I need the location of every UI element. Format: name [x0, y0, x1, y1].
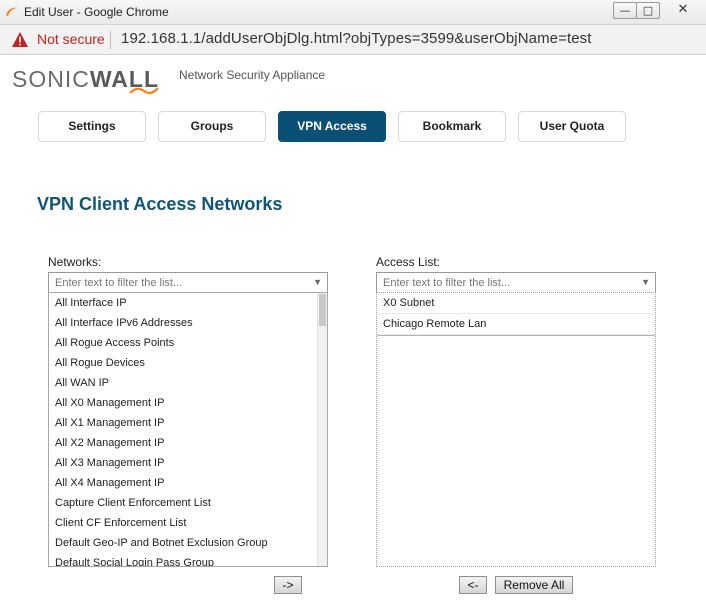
sonicwall-logo: SONICWALL [12, 66, 159, 95]
tab-settings[interactable]: Settings [38, 111, 146, 142]
list-item[interactable]: All X0 Management IP [49, 393, 327, 413]
dropdown-arrow-icon[interactable]: ▼ [641, 277, 650, 287]
tab-user-quota[interactable]: User Quota [518, 111, 626, 142]
access-list-filter-input[interactable]: Enter text to filter the list... ▼ [376, 272, 656, 294]
remove-from-access-list-button[interactable]: <- [459, 576, 487, 594]
scrollbar-thumb[interactable] [319, 294, 326, 326]
access-listbox[interactable]: X0 Subnet Chicago Remote Lan [376, 292, 656, 567]
tab-vpn-access[interactable]: VPN Access [278, 111, 386, 142]
not-secure-label[interactable]: Not secure [37, 31, 105, 47]
warning-icon [12, 32, 28, 47]
logo-text-regular: SONIC [12, 66, 90, 92]
list-item[interactable]: All X2 Management IP [49, 433, 327, 453]
networks-filter-placeholder: Enter text to filter the list... [55, 277, 183, 289]
address-separator [110, 31, 111, 49]
minimize-button[interactable]: — [613, 2, 637, 19]
logo-wave-icon [129, 87, 159, 95]
list-item[interactable]: Capture Client Enforcement List [49, 493, 327, 513]
add-to-access-list-button[interactable]: -> [274, 576, 302, 594]
list-item[interactable]: X0 Subnet [377, 293, 655, 314]
chrome-logo-icon [6, 7, 18, 16]
list-item[interactable]: All Interface IP [49, 293, 327, 313]
tab-bookmark[interactable]: Bookmark [398, 111, 506, 142]
list-item[interactable]: All X3 Management IP [49, 453, 327, 473]
maximize-button[interactable]: □ [636, 2, 660, 19]
list-item[interactable]: Default Social Login Pass Group [49, 553, 327, 566]
networks-label: Networks: [48, 255, 102, 269]
window-titlebar: Edit User - Google Chrome — □ ✕ [0, 0, 706, 25]
address-bar[interactable]: Not secure 192.168.1.1/addUserObjDlg.htm… [0, 25, 706, 55]
networks-scrollbar[interactable] [317, 293, 327, 566]
networks-listbox[interactable]: All Interface IP All Interface IPv6 Addr… [48, 292, 328, 567]
section-title: VPN Client Access Networks [37, 194, 283, 214]
list-item[interactable]: All X1 Management IP [49, 413, 327, 433]
networks-filter-input[interactable]: Enter text to filter the list... ▼ [48, 272, 328, 294]
dropdown-arrow-icon[interactable]: ▼ [313, 277, 322, 287]
url-text[interactable]: 192.168.1.1/addUserObjDlg.html?objTypes=… [121, 30, 592, 47]
close-button[interactable]: ✕ [665, 2, 701, 19]
list-item[interactable]: Default Geo-IP and Botnet Exclusion Grou… [49, 533, 327, 553]
window-title: Edit User - Google Chrome [24, 5, 169, 19]
access-list-label: Access List: [376, 255, 441, 269]
access-list-items: X0 Subnet Chicago Remote Lan [377, 293, 655, 336]
list-item[interactable]: All Rogue Access Points [49, 333, 327, 353]
brand-subtitle: Network Security Appliance [179, 68, 326, 82]
list-item[interactable]: All Interface IPv6 Addresses [49, 313, 327, 333]
list-item[interactable]: Client CF Enforcement List [49, 513, 327, 533]
tab-groups[interactable]: Groups [158, 111, 266, 142]
list-item[interactable]: All Rogue Devices [49, 353, 327, 373]
list-item[interactable]: All X4 Management IP [49, 473, 327, 493]
remove-all-button[interactable]: Remove All [495, 576, 573, 594]
list-item[interactable]: Chicago Remote Lan [377, 314, 655, 335]
access-list-filter-placeholder: Enter text to filter the list... [383, 277, 511, 289]
list-item[interactable]: All WAN IP [49, 373, 327, 393]
